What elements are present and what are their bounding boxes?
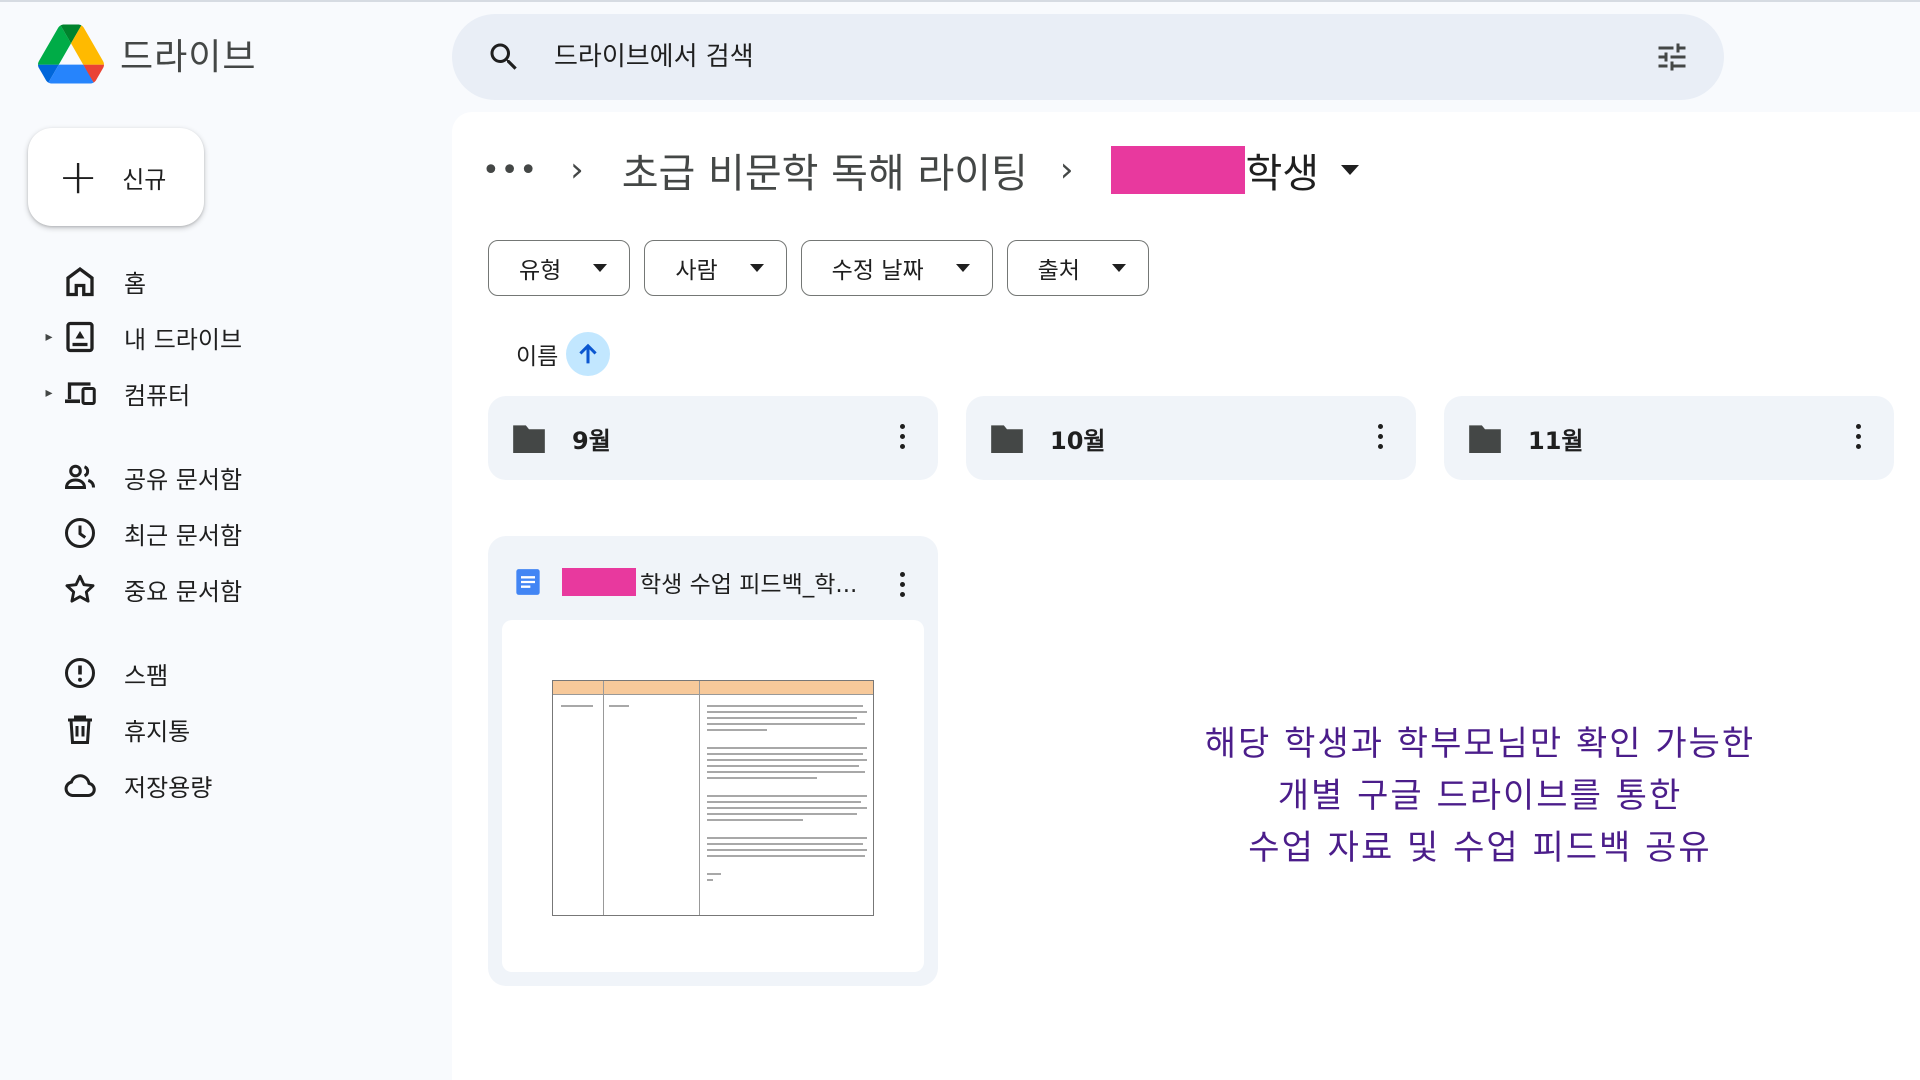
- google-docs-icon: [516, 569, 540, 595]
- more-options-icon[interactable]: [900, 572, 908, 597]
- dropdown-arrow-icon: [1341, 165, 1360, 175]
- folder-icon: [513, 425, 545, 454]
- sidebar-item-label: 홈: [124, 269, 147, 298]
- plus-icon: +: [58, 149, 99, 205]
- more-options-icon[interactable]: [1856, 424, 1864, 449]
- annotation-caption: 해당 학생과 학부모님만 확인 가능한 개별 구글 드라이브를 통한 수업 자료…: [1160, 718, 1800, 874]
- folder-card[interactable]: 10월: [966, 396, 1416, 480]
- sidebar-item-my-drive[interactable]: ▸ 내 드라이브: [40, 312, 242, 362]
- sidebar-item-label: 공유 문서함: [124, 465, 243, 494]
- sidebar-item-recent[interactable]: 최근 문서함: [40, 508, 242, 558]
- breadcrumb-chevron-icon: ›: [570, 150, 584, 190]
- more-options-icon[interactable]: [900, 424, 908, 449]
- filter-source-chip[interactable]: 출처: [1006, 240, 1149, 296]
- dropdown-arrow-icon: [1111, 264, 1126, 272]
- more-options-icon[interactable]: [1378, 424, 1386, 449]
- computer-icon: [62, 375, 98, 411]
- sort-control: 이름: [516, 332, 611, 376]
- google-drive-logo-icon: [38, 24, 104, 84]
- thumbnail-table-preview: [552, 680, 874, 916]
- top-border: [0, 0, 1920, 2]
- breadcrumb: ••• › 초급 비문학 독해 라이팅 › 학생: [482, 138, 1360, 202]
- sidebar-item-label: 스팸: [124, 661, 169, 690]
- filter-chips: 유형 사람 수정 날짜 출처: [488, 240, 1149, 296]
- search-bar[interactable]: [452, 14, 1724, 100]
- arrow-up-icon: [579, 343, 597, 364]
- trash-icon: [62, 711, 98, 747]
- sort-direction-button[interactable]: [566, 332, 611, 376]
- breadcrumb-current-folder[interactable]: 학생: [1111, 141, 1360, 199]
- search-icon[interactable]: [486, 39, 522, 75]
- sidebar-item-storage[interactable]: 저장용량: [40, 760, 212, 810]
- dropdown-arrow-icon: [749, 264, 764, 272]
- new-button[interactable]: + 신규: [28, 128, 204, 226]
- shared-icon: [62, 459, 98, 495]
- breadcrumb-more-button[interactable]: •••: [482, 153, 538, 188]
- main-content: ••• › 초급 비문학 독해 라이팅 › 학생 유형 사람 수정 날짜 출처: [452, 112, 1920, 1080]
- redaction-mark: [1111, 146, 1246, 194]
- dropdown-arrow-icon: [955, 264, 970, 272]
- sidebar-item-computers[interactable]: ▸ 컴퓨터: [40, 368, 190, 418]
- sidebar-item-starred[interactable]: 중요 문서함: [40, 564, 242, 614]
- dropdown-arrow-icon: [593, 264, 608, 272]
- breadcrumb-parent-folder[interactable]: 초급 비문학 독해 라이팅: [622, 141, 1028, 199]
- current-folder-name: 학생: [1245, 151, 1320, 197]
- sidebar-item-label: 내 드라이브: [124, 325, 243, 354]
- sidebar-item-label: 휴지통: [124, 717, 191, 746]
- folder-name: 11월: [1528, 426, 1584, 455]
- clock-icon: [62, 515, 98, 551]
- expand-caret-icon[interactable]: ▸: [40, 385, 58, 401]
- filter-type-chip[interactable]: 유형: [488, 240, 631, 296]
- caption-line: 해당 학생과 학부모님만 확인 가능한: [1204, 724, 1756, 764]
- sidebar-item-home[interactable]: 홈: [40, 256, 146, 306]
- sidebar-item-spam[interactable]: 스팸: [40, 648, 168, 698]
- sidebar-item-trash[interactable]: 휴지통: [40, 704, 190, 754]
- sidebar-item-label: 중요 문서함: [124, 577, 243, 606]
- star-icon: [62, 571, 98, 607]
- sidebar-item-label: 최근 문서함: [124, 521, 243, 550]
- redaction-mark: [562, 568, 636, 596]
- search-input[interactable]: [554, 42, 1604, 72]
- sort-label[interactable]: 이름: [516, 337, 558, 371]
- new-button-label: 신규: [122, 165, 167, 194]
- file-card-header: 학생 수업 피드백_학...: [514, 562, 914, 602]
- app-title: 드라이브: [120, 37, 257, 78]
- cloud-icon: [62, 767, 98, 803]
- home-icon: [62, 263, 98, 299]
- drive-app: 드라이브 + 신규 홈 ▸ 내 드라이브: [0, 0, 1920, 1080]
- caption-line: 수업 자료 및 수업 피드백 공유: [1248, 828, 1712, 868]
- folder-card[interactable]: 11월: [1444, 396, 1894, 480]
- file-name: 학생 수업 피드백_학...: [640, 572, 858, 598]
- drive-logo[interactable]: 드라이브: [38, 24, 256, 84]
- sidebar-item-label: 저장용량: [124, 773, 213, 802]
- file-thumbnail: [502, 620, 924, 972]
- caption-line: 개별 구글 드라이브를 통한: [1277, 776, 1683, 816]
- folder-icon: [991, 425, 1023, 454]
- folder-icon: [1469, 425, 1501, 454]
- spam-icon: [62, 655, 98, 691]
- file-card[interactable]: 학생 수업 피드백_학...: [488, 536, 938, 986]
- sidebar-item-shared[interactable]: 공유 문서함: [40, 452, 242, 502]
- filter-people-chip[interactable]: 사람: [644, 240, 787, 296]
- search-options-icon[interactable]: [1654, 39, 1690, 75]
- my-drive-icon: [62, 319, 98, 355]
- expand-caret-icon[interactable]: ▸: [40, 329, 58, 345]
- sidebar-item-label: 컴퓨터: [124, 381, 191, 410]
- folder-name: 10월: [1050, 426, 1106, 455]
- filter-modified-chip[interactable]: 수정 날짜: [800, 240, 993, 296]
- folder-card[interactable]: 9월: [488, 396, 938, 480]
- breadcrumb-chevron-icon: ›: [1059, 150, 1074, 190]
- folder-name: 9월: [572, 426, 611, 455]
